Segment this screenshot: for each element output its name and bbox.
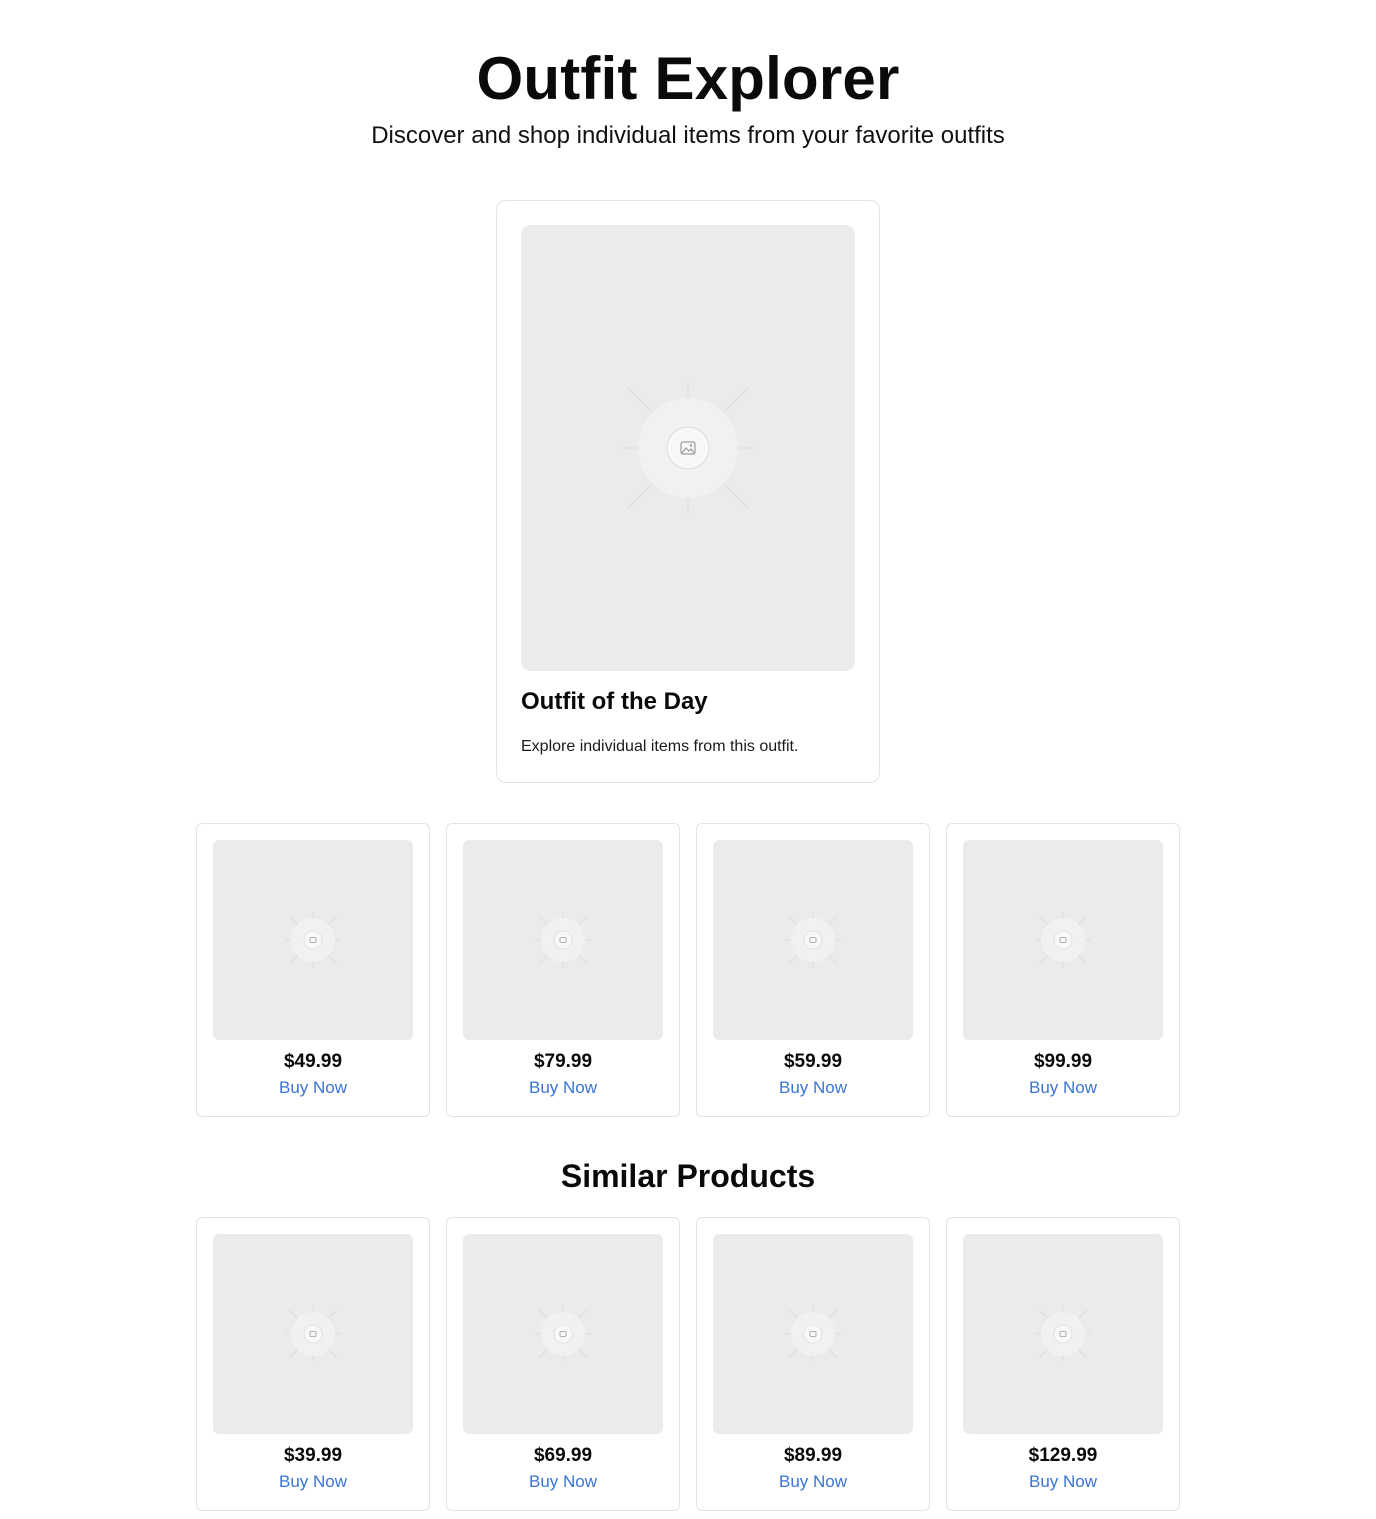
outfit-feature-card[interactable]: Outfit of the Day Explore individual ite… [496,200,880,783]
product-price: $59.99 [783,1051,843,1072]
buy-now-link[interactable]: Buy Now [447,1077,679,1099]
product-card[interactable]: $39.99 Buy Now [196,1217,430,1511]
product-price: $39.99 [283,1445,343,1466]
buy-now-link[interactable]: Buy Now [197,1471,429,1493]
product-price: $89.99 [783,1445,843,1466]
product-image[interactable] [213,840,413,1040]
outfit-image[interactable] [521,225,855,671]
image-placeholder-icon [285,1306,341,1362]
product-price: $99.99 [1033,1051,1093,1072]
page-title: Outfit Explorer [476,45,900,112]
product-image[interactable] [713,840,913,1040]
product-image[interactable] [213,1234,413,1434]
product-card[interactable]: $89.99 Buy Now [696,1217,930,1511]
image-placeholder-icon [1035,912,1091,968]
page: Outfit Explorer Discover and shop indivi… [0,0,1376,1519]
product-image[interactable] [463,840,663,1040]
product-image[interactable] [463,1234,663,1434]
outfit-items-grid: $49.99 Buy Now $79.99 Buy Now $59.99 Buy… [196,823,1180,1117]
product-price: $69.99 [533,1445,593,1466]
similar-products-heading: Similar Products [560,1158,816,1194]
image-placeholder-icon [285,912,341,968]
buy-now-link[interactable]: Buy Now [197,1077,429,1099]
buy-now-link[interactable]: Buy Now [697,1471,929,1493]
image-placeholder-icon [535,1306,591,1362]
product-card[interactable]: $59.99 Buy Now [696,823,930,1117]
buy-now-link[interactable]: Buy Now [947,1077,1179,1099]
product-image[interactable] [713,1234,913,1434]
product-image[interactable] [963,840,1163,1040]
image-placeholder-icon [785,1306,841,1362]
image-placeholder-icon [785,912,841,968]
product-price: $49.99 [283,1051,343,1072]
buy-now-link[interactable]: Buy Now [697,1077,929,1099]
image-placeholder-icon [1035,1306,1091,1362]
similar-products-grid: $39.99 Buy Now $69.99 Buy Now $89.99 Buy… [196,1217,1180,1511]
buy-now-link[interactable]: Buy Now [947,1471,1179,1493]
outfit-description: Explore individual items from this outfi… [521,738,799,755]
buy-now-link[interactable]: Buy Now [447,1471,679,1493]
product-card[interactable]: $79.99 Buy Now [446,823,680,1117]
page-subtitle: Discover and shop individual items from … [371,122,1005,149]
product-card[interactable]: $99.99 Buy Now [946,823,1180,1117]
product-price: $129.99 [1028,1445,1098,1466]
image-placeholder-icon [535,912,591,968]
product-card[interactable]: $69.99 Buy Now [446,1217,680,1511]
product-card[interactable]: $49.99 Buy Now [196,823,430,1117]
image-placeholder-icon [623,383,753,513]
product-card[interactable]: $129.99 Buy Now [946,1217,1180,1511]
product-image[interactable] [963,1234,1163,1434]
outfit-title: Outfit of the Day [521,688,708,715]
product-price: $79.99 [533,1051,593,1072]
